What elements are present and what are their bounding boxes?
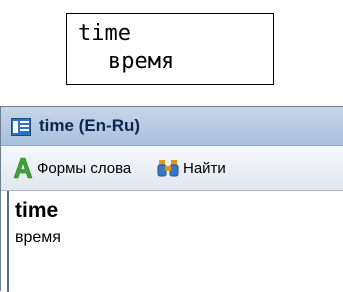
popup-translation: время bbox=[108, 49, 175, 74]
dictionary-window: time (En-Ru) Формы слова Найти time врем… bbox=[0, 106, 343, 292]
window-title: time (En-Ru) bbox=[39, 116, 141, 135]
title-bar[interactable]: time (En-Ru) bbox=[1, 107, 343, 146]
word-forms-label: Формы слова bbox=[37, 159, 132, 177]
word-forms-button[interactable]: Формы слова bbox=[13, 156, 131, 180]
popup-word: time bbox=[78, 21, 131, 46]
dictionary-icon bbox=[11, 118, 31, 136]
binoculars-icon bbox=[157, 160, 179, 177]
tooltip-popup: time время bbox=[66, 13, 274, 85]
entry-panel: time время bbox=[7, 191, 343, 292]
find-button[interactable]: Найти bbox=[157, 156, 226, 180]
green-a-icon bbox=[13, 157, 33, 179]
toolbar: Формы слова Найти bbox=[1, 146, 343, 191]
entry-headword: time bbox=[15, 199, 59, 222]
entry-translation: время bbox=[15, 229, 61, 246]
find-label: Найти bbox=[183, 159, 226, 177]
